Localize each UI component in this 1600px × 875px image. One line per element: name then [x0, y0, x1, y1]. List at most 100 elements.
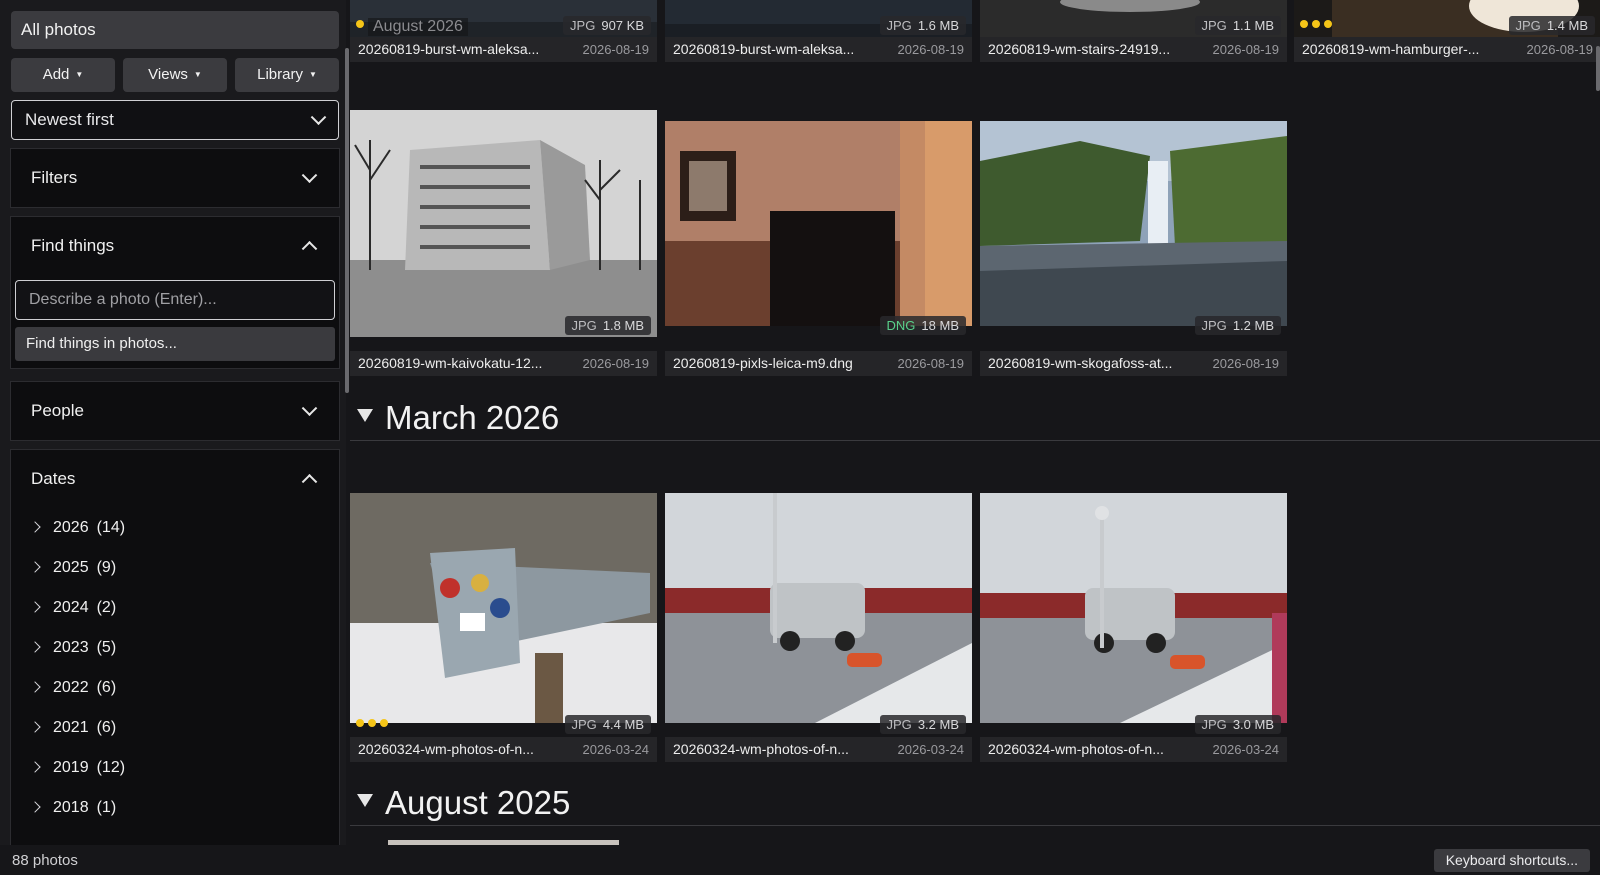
photo-thumbnail[interactable]: [665, 493, 972, 723]
photo-tile[interactable]: JPG 1.6 MB 20260819-burst-wm-aleksa... 202…: [665, 0, 972, 62]
file-badge: JPG 1.8 MB: [564, 316, 651, 335]
keyboard-shortcuts-button[interactable]: Keyboard shortcuts...: [1433, 849, 1590, 872]
date-item[interactable]: 2023 (5): [11, 628, 341, 668]
date-count: (12): [96, 759, 126, 776]
chevron-right-icon: [29, 801, 41, 813]
photo-thumbnail[interactable]: [980, 493, 1287, 723]
photo-tile[interactable]: DNG 18 MB 20260819-pixls-leica-m9.dng 2026…: [665, 121, 972, 377]
date-item[interactable]: 2019 (12): [11, 748, 341, 788]
photo-filename: 20260819-wm-stairs-24919...: [988, 41, 1171, 57]
collapse-triangle-icon[interactable]: [357, 794, 373, 807]
photo-date: 2026-03-24: [1212, 742, 1280, 757]
dates-section: Dates 2026 (14) 2025 (9) 2024 (2) 2023 (5) 2…: [10, 449, 340, 845]
photo-tile[interactable]: JPG 3.0 MB 20260324-wm-photos-of-n... 2026…: [980, 493, 1287, 762]
filters-header[interactable]: Filters: [11, 149, 339, 207]
star-icon: [368, 719, 376, 727]
photo-caption: 20260819-burst-wm-aleksa... 2026-08-19: [350, 37, 657, 62]
date-item[interactable]: 2022 (6): [11, 668, 341, 708]
photo-filename: 20260819-wm-kaivokatu-12...: [358, 355, 543, 371]
find-things-header[interactable]: Find things: [11, 217, 339, 275]
chevron-right-icon: [29, 521, 41, 533]
star-icon: [1324, 20, 1332, 28]
date-item[interactable]: 2021 (6): [11, 708, 341, 748]
people-header[interactable]: People: [11, 382, 339, 440]
people-label: People: [31, 401, 84, 420]
photo-grid: JPG 907 KB 20260819-burst-wm-aleksa... 202…: [350, 0, 1600, 845]
photo-filename: 20260324-wm-photos-of-n...: [673, 741, 849, 757]
date-item[interactable]: 2026 (14): [11, 508, 341, 548]
date-item[interactable]: 2024 (2): [11, 588, 341, 628]
date-item[interactable]: 2018 (1): [11, 788, 341, 828]
dates-header[interactable]: Dates: [11, 450, 339, 508]
photo-thumbnail[interactable]: [980, 121, 1287, 326]
file-type: JPG: [886, 18, 912, 33]
filters-label: Filters: [31, 168, 78, 187]
caret-down-icon: ▼: [75, 70, 84, 79]
photo-filename: 20260324-wm-photos-of-n...: [358, 741, 534, 757]
photo-tile[interactable]: JPG 1.1 MB 20260819-wm-stairs-24919... 202…: [980, 0, 1287, 62]
photo-tile[interactable]: JPG 1.4 MB 20260819-wm-hamburger-... 2026-…: [1294, 0, 1600, 62]
date-count: (2): [96, 599, 117, 616]
rating-stars: [1300, 20, 1332, 32]
file-type: JPG: [1201, 18, 1227, 33]
photo-image: [350, 493, 657, 723]
date-count: (6): [96, 719, 117, 736]
chevron-down-icon: [301, 167, 318, 184]
file-size: 1.6 MB: [917, 18, 959, 33]
photo-date: 2026-08-19: [897, 356, 965, 371]
photo-date: 2026-08-19: [1212, 356, 1280, 371]
all-photos-button[interactable]: All photos: [11, 11, 339, 49]
sort-order-select[interactable]: Newest first: [11, 100, 339, 140]
photo-tile[interactable]: JPG 1.8 MB 20260819-wm-kaivokatu-12... 202…: [350, 110, 657, 377]
photo-date: 2026-08-19: [897, 42, 965, 57]
photo-tile[interactable]: JPG 1.2 MB 20260819-wm-skogafoss-at... 202…: [980, 121, 1287, 377]
views-menu-button[interactable]: Views ▼: [123, 58, 227, 92]
file-size: 3.2 MB: [917, 717, 959, 732]
chevron-right-icon: [29, 681, 41, 693]
file-size: 907 KB: [601, 18, 644, 33]
collapse-triangle-icon[interactable]: [357, 409, 373, 422]
photo-date: 2026-08-19: [1526, 42, 1594, 57]
photo-date: 2026-08-19: [582, 42, 650, 57]
file-size: 1.2 MB: [1232, 318, 1274, 333]
photo-date: 2026-03-24: [582, 742, 650, 757]
photo-caption: 20260819-wm-hamburger-... 2026-08-19: [1294, 37, 1600, 62]
toolbar-buttons: Add ▼ Views ▼ Library ▼: [11, 58, 339, 92]
library-label: Library: [257, 66, 303, 83]
photo-thumbnail[interactable]: [665, 121, 972, 326]
file-badge: JPG 4.4 MB: [564, 715, 651, 734]
photo-filename: 20260819-wm-hamburger-...: [1302, 41, 1480, 57]
add-menu-button[interactable]: Add ▼: [11, 58, 115, 92]
sidebar-scrollbar[interactable]: [345, 48, 349, 393]
group-header-march-2026: March 2026: [350, 395, 1600, 441]
date-count: (14): [96, 519, 126, 536]
photo-thumbnail[interactable]: [350, 110, 657, 337]
star-icon: [356, 20, 364, 28]
file-size: 18 MB: [921, 318, 959, 333]
date-year: 2026: [53, 519, 89, 536]
date-year: 2024: [53, 599, 89, 616]
rating-stars: [356, 20, 364, 32]
file-type: DNG: [886, 318, 916, 333]
library-menu-button[interactable]: Library ▼: [235, 58, 339, 92]
date-item[interactable]: 2025 (9): [11, 548, 341, 588]
photo-image: [665, 121, 972, 326]
photo-tile[interactable]: JPG 4.4 MB 20260324-wm-photos-of-n... 2026…: [350, 493, 657, 762]
photo-thumbnail[interactable]: [350, 493, 657, 723]
date-year: 2025: [53, 559, 89, 576]
sort-order-value: Newest first: [25, 110, 114, 129]
date-tree: 2026 (14) 2025 (9) 2024 (2) 2023 (5) 2022 (6)…: [11, 508, 341, 828]
caret-down-icon: ▼: [193, 70, 202, 79]
photo-image: [980, 121, 1287, 326]
file-badge: DNG 18 MB: [879, 316, 966, 335]
file-size: 1.1 MB: [1232, 18, 1274, 33]
main-scrollbar[interactable]: [1596, 46, 1600, 91]
rating-stars: [356, 719, 388, 731]
photo-tile[interactable]: JPG 3.2 MB 20260324-wm-photos-of-n... 2026…: [665, 493, 972, 762]
find-things-button[interactable]: Find things in photos...: [15, 327, 335, 361]
describe-photo-input[interactable]: Describe a photo (Enter)...: [15, 280, 335, 320]
photo-date: 2026-08-19: [1212, 42, 1280, 57]
file-type: JPG: [1201, 717, 1227, 732]
photo-filename: 20260819-wm-skogafoss-at...: [988, 355, 1173, 371]
file-size: 4.4 MB: [602, 717, 644, 732]
